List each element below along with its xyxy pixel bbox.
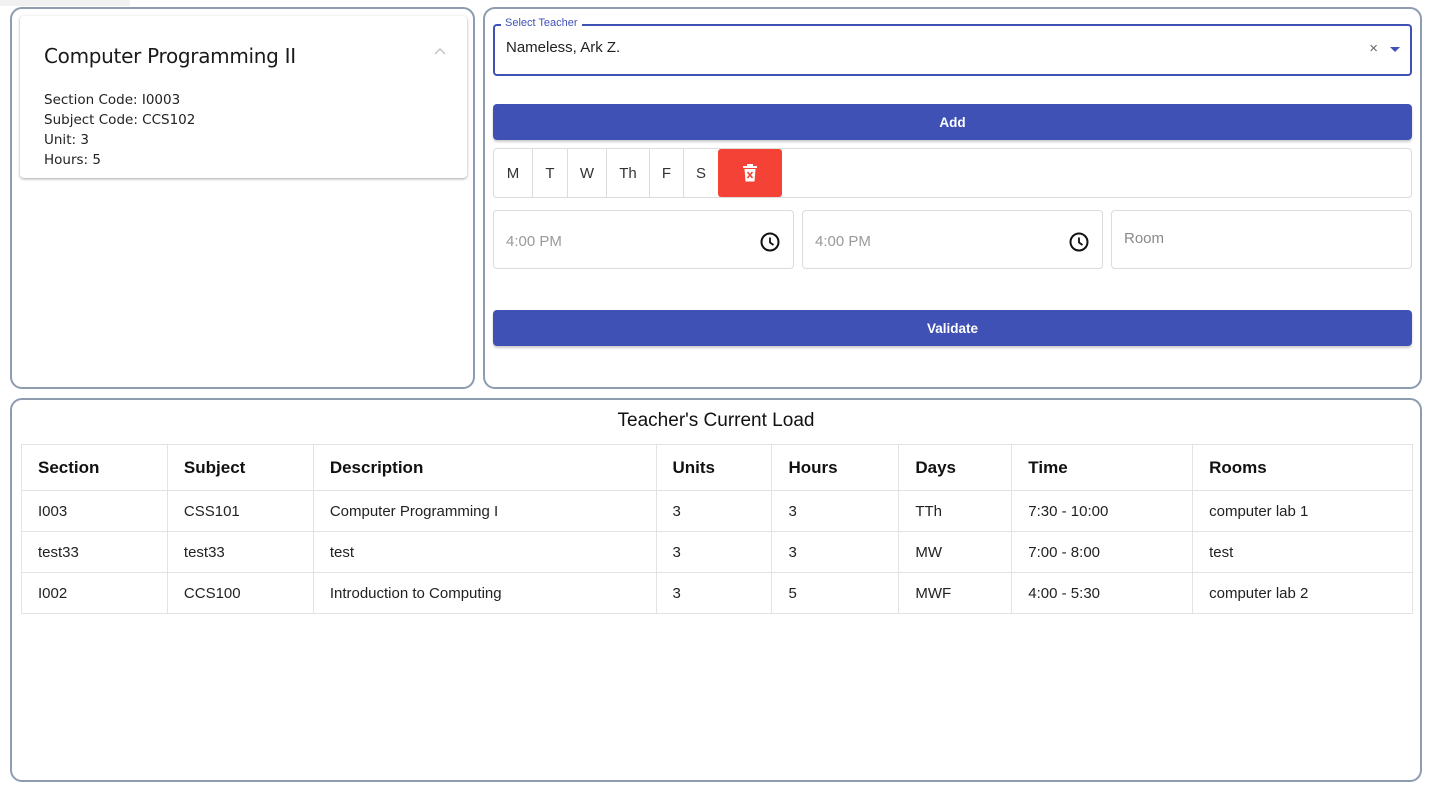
room-input[interactable]: Room bbox=[1111, 210, 1412, 269]
cell-days: MWF bbox=[898, 572, 1013, 614]
trash-icon bbox=[743, 164, 757, 182]
unit: Unit: 3 bbox=[44, 132, 89, 148]
end-time-value: 4:00 PM bbox=[815, 233, 871, 250]
cell-days: TTh bbox=[898, 490, 1013, 532]
cell-units: 3 bbox=[655, 490, 773, 532]
cell-hours: 3 bbox=[771, 490, 900, 532]
teacher-select-value: Nameless, Ark Z. bbox=[506, 39, 621, 56]
column-header-rooms: Rooms bbox=[1192, 444, 1413, 491]
cell-rooms: computer lab 2 bbox=[1192, 572, 1413, 614]
day-selector: M T W Th F S bbox=[493, 148, 1412, 198]
teacher-select[interactable]: Select Teacher Nameless, Ark Z. × bbox=[493, 17, 1412, 76]
current-load-panel: Teacher's Current Load Section Subject D… bbox=[10, 398, 1422, 782]
cell-description: test bbox=[312, 531, 657, 573]
hours: Hours: 5 bbox=[44, 152, 101, 168]
day-button-t[interactable]: T bbox=[533, 149, 568, 197]
cell-hours: 3 bbox=[771, 531, 900, 573]
cell-units: 3 bbox=[655, 572, 773, 614]
column-header-subject: Subject bbox=[166, 444, 314, 491]
course-card[interactable]: Computer Programming II Section Code: I0… bbox=[20, 16, 467, 178]
start-time-value: 4:00 PM bbox=[506, 233, 562, 250]
table-row: I002 CCS100 Introduction to Computing 3 … bbox=[21, 572, 1413, 614]
cell-section: test33 bbox=[21, 531, 168, 573]
section-code: Section Code: I0003 bbox=[44, 92, 181, 108]
dropdown-arrow-icon[interactable] bbox=[1390, 47, 1400, 52]
add-button[interactable]: Add bbox=[493, 104, 1412, 140]
day-button-m[interactable]: M bbox=[494, 149, 533, 197]
top-strip bbox=[0, 0, 130, 6]
day-button-th[interactable]: Th bbox=[607, 149, 650, 197]
cell-time: 7:00 - 8:00 bbox=[1011, 531, 1194, 573]
delete-button[interactable] bbox=[718, 149, 782, 197]
cell-time: 7:30 - 10:00 bbox=[1011, 490, 1194, 532]
course-panel: Computer Programming II Section Code: I0… bbox=[10, 7, 475, 389]
cell-days: MW bbox=[898, 531, 1013, 573]
cell-subject: CSS101 bbox=[166, 490, 314, 532]
clock-icon[interactable] bbox=[1068, 231, 1090, 253]
cell-units: 3 bbox=[655, 531, 773, 573]
cell-rooms: computer lab 1 bbox=[1192, 490, 1413, 532]
teacher-select-label: Select Teacher bbox=[501, 17, 582, 29]
day-button-s[interactable]: S bbox=[684, 149, 718, 197]
column-header-days: Days bbox=[898, 444, 1013, 491]
cell-hours: 5 bbox=[771, 572, 900, 614]
column-header-units: Units bbox=[655, 444, 773, 491]
end-time-input[interactable]: 4:00 PM bbox=[802, 210, 1103, 269]
day-button-f[interactable]: F bbox=[650, 149, 684, 197]
cell-subject: test33 bbox=[166, 531, 314, 573]
cell-rooms: test bbox=[1192, 531, 1413, 573]
cell-section: I002 bbox=[21, 572, 168, 614]
clock-icon[interactable] bbox=[759, 231, 781, 253]
start-time-input[interactable]: 4:00 PM bbox=[493, 210, 794, 269]
clear-icon[interactable]: × bbox=[1369, 40, 1378, 57]
cell-section: I003 bbox=[21, 490, 168, 532]
column-header-section: Section bbox=[21, 444, 168, 491]
day-button-w[interactable]: W bbox=[568, 149, 607, 197]
room-placeholder: Room bbox=[1124, 230, 1165, 247]
course-details: Section Code: I0003 Subject Code: CCS102… bbox=[44, 90, 195, 170]
assignment-panel: Select Teacher Nameless, Ark Z. × Add M … bbox=[483, 7, 1422, 389]
column-header-description: Description bbox=[312, 444, 657, 491]
table-row: I003 CSS101 Computer Programming I 3 3 T… bbox=[21, 490, 1413, 532]
course-title: Computer Programming II bbox=[44, 44, 296, 68]
chevron-up-icon[interactable] bbox=[433, 46, 447, 56]
column-header-hours: Hours bbox=[771, 444, 900, 491]
current-load-table: Section Subject Description Units Hours … bbox=[21, 444, 1413, 614]
cell-time: 4:00 - 5:30 bbox=[1011, 572, 1194, 614]
subject-code: Subject Code: CCS102 bbox=[44, 112, 196, 128]
cell-description: Computer Programming I bbox=[312, 490, 657, 532]
table-row: test33 test33 test 3 3 MW 7:00 - 8:00 te… bbox=[21, 531, 1413, 573]
cell-subject: CCS100 bbox=[166, 572, 314, 614]
table-header-row: Section Subject Description Units Hours … bbox=[21, 444, 1413, 491]
cell-description: Introduction to Computing bbox=[312, 572, 657, 614]
current-load-title: Teacher's Current Load bbox=[617, 410, 815, 431]
validate-button[interactable]: Validate bbox=[493, 310, 1412, 346]
column-header-time: Time bbox=[1011, 444, 1194, 491]
